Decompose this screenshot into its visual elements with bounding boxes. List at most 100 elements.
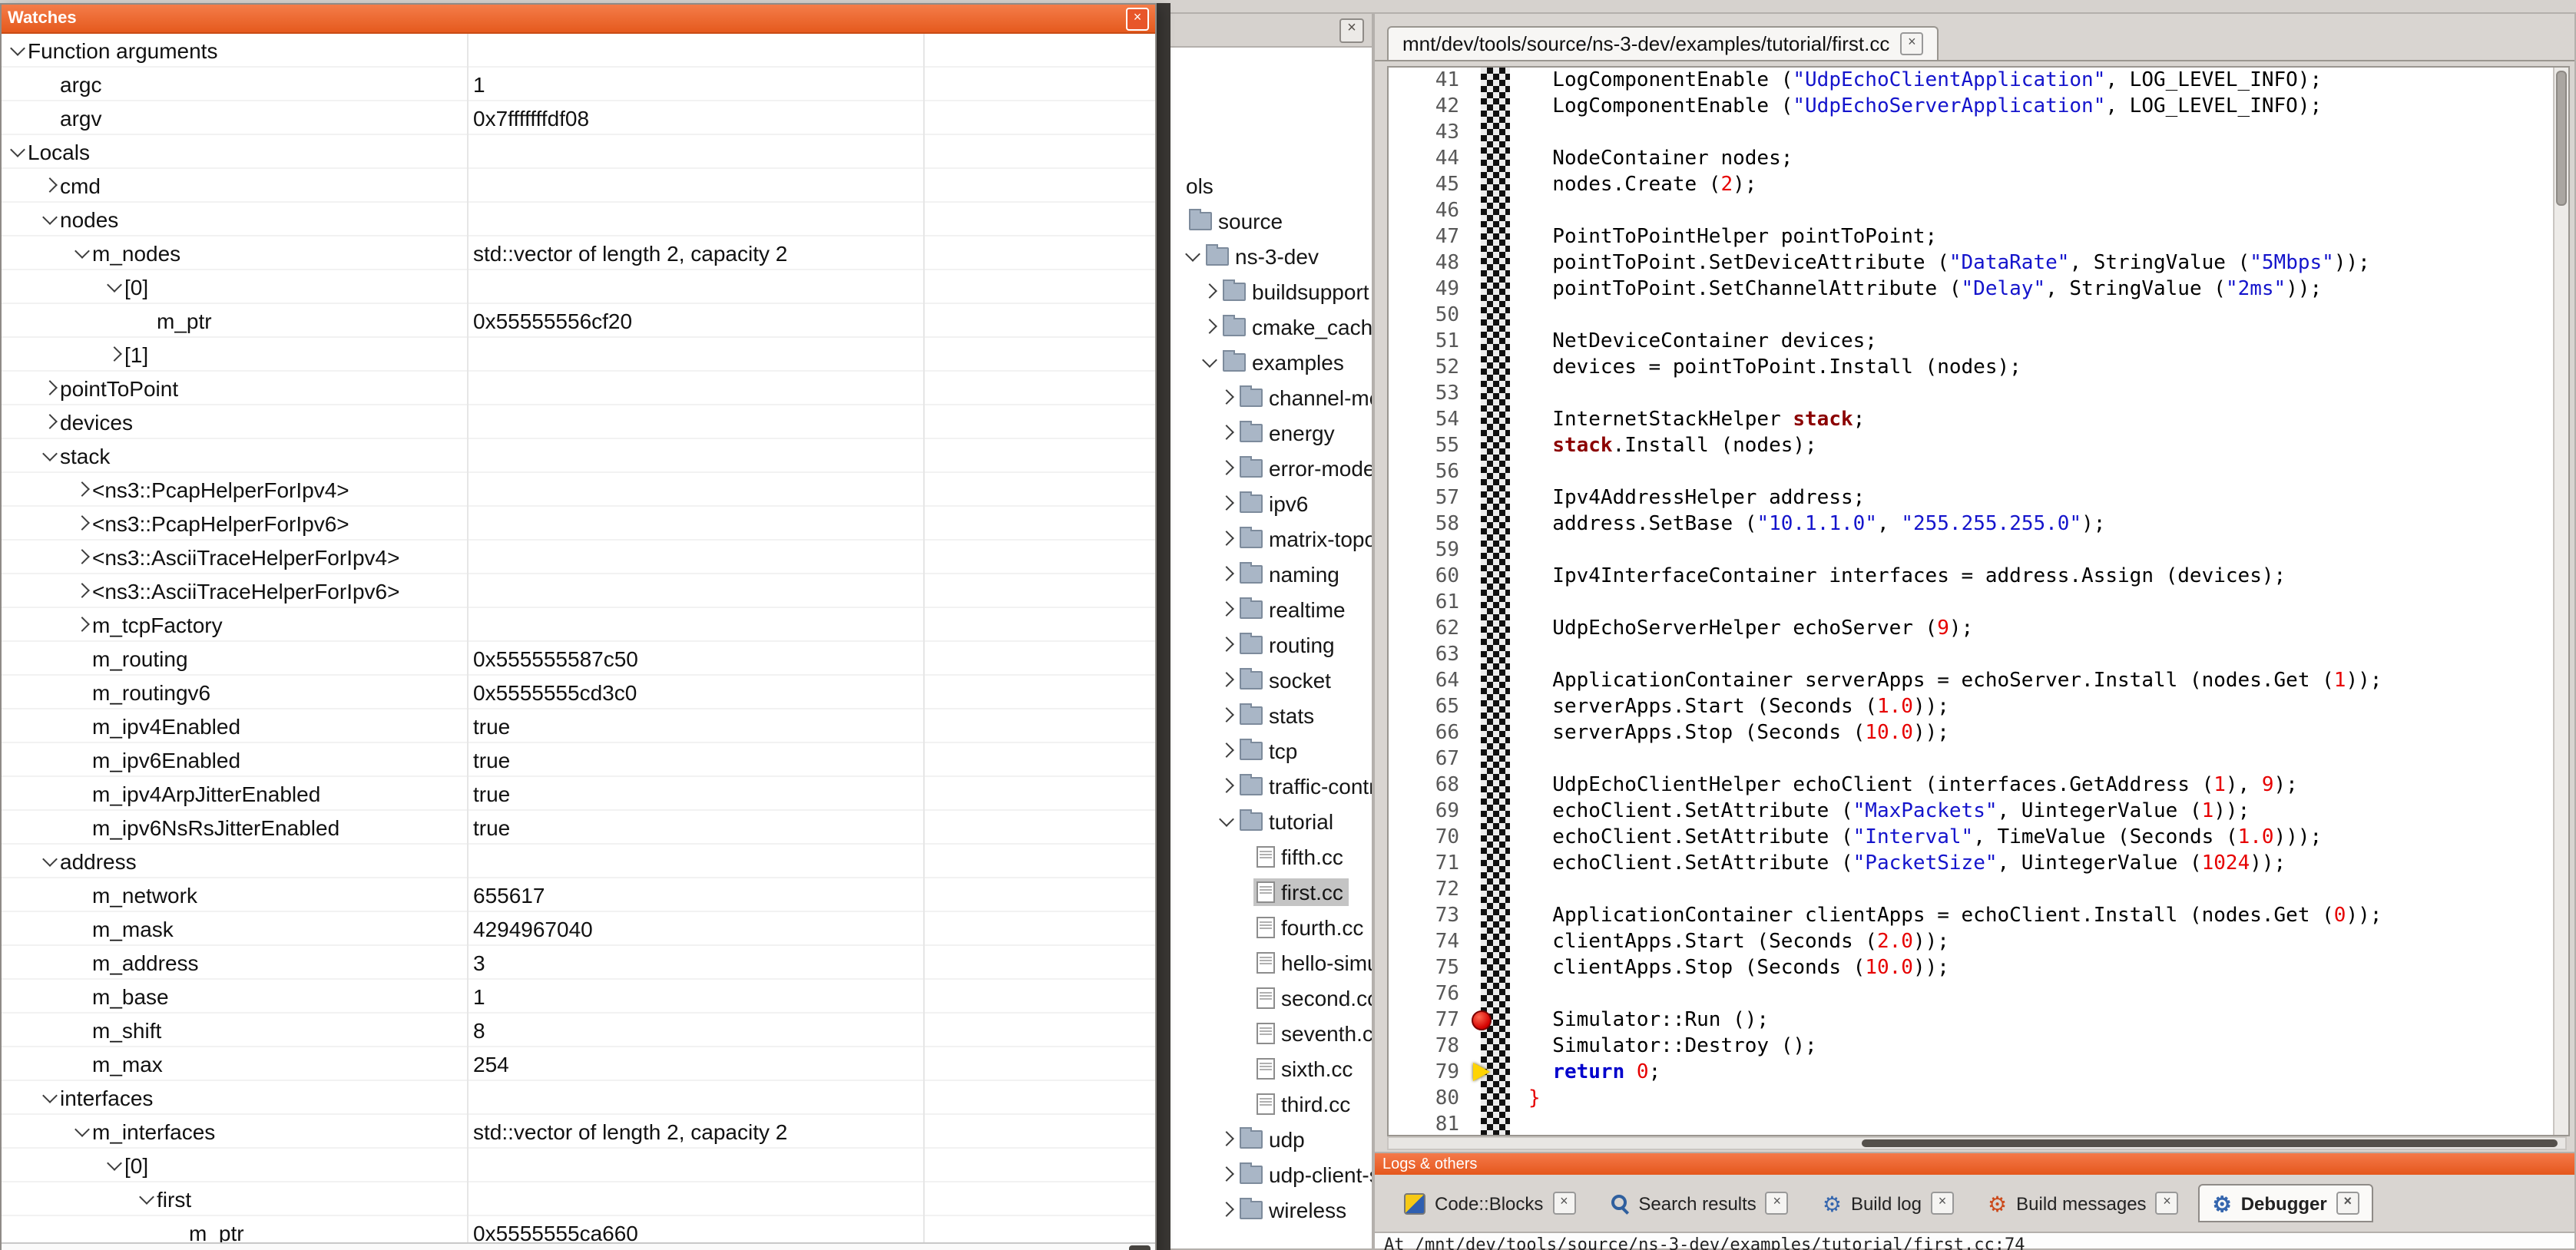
- margin-cell[interactable]: [1481, 616, 1510, 642]
- code-line[interactable]: 47 PointToPointHelper pointToPoint;: [1389, 224, 2553, 250]
- expander-closed-icon[interactable]: [72, 551, 92, 562]
- code-line[interactable]: 59: [1389, 537, 2553, 564]
- watch-row[interactable]: <ns3::PcapHelperForIpv6>: [2, 507, 1155, 541]
- editor-vertical-scrollbar[interactable]: [2553, 68, 2568, 1135]
- expander-closed-icon[interactable]: [72, 518, 92, 528]
- watches-horizontal-scrollbar[interactable]: [2, 1242, 1155, 1250]
- watch-row[interactable]: m_address3: [2, 946, 1155, 980]
- watch-row[interactable]: m_ptr0x55555556cf20: [2, 304, 1155, 338]
- margin-cell[interactable]: [1481, 955, 1510, 981]
- tree-item[interactable]: wireless: [1163, 1192, 1372, 1227]
- code-line[interactable]: 54 InternetStackHelper stack;: [1389, 407, 2553, 433]
- margin-cell[interactable]: [1481, 537, 1510, 564]
- expander-closed-icon[interactable]: [72, 619, 92, 630]
- logs-tab-search-results[interactable]: Search results×: [1595, 1184, 1802, 1222]
- margin-cell[interactable]: [1481, 433, 1510, 459]
- code-line[interactable]: 67: [1389, 746, 2553, 772]
- margin-cell[interactable]: [1481, 381, 1510, 407]
- expander-open-icon[interactable]: [40, 857, 60, 865]
- logs-tab-build-messages[interactable]: ⚙Build messages×: [1974, 1184, 2193, 1222]
- breakpoint-icon[interactable]: [1472, 1010, 1492, 1030]
- watch-row[interactable]: stack: [2, 439, 1155, 473]
- code-line[interactable]: 76: [1389, 981, 2553, 1007]
- code-line[interactable]: 52 devices = pointToPoint.Install (nodes…: [1389, 355, 2553, 381]
- watch-row[interactable]: cmd: [2, 169, 1155, 203]
- tree-item[interactable]: udp: [1163, 1121, 1372, 1156]
- watches-titlebar[interactable]: Watches ×: [2, 5, 1155, 34]
- logs-tab-debugger[interactable]: ⚙Debugger×: [2199, 1184, 2373, 1222]
- watch-row[interactable]: m_network655617: [2, 878, 1155, 912]
- margin-cell[interactable]: [1481, 485, 1510, 511]
- code-line[interactable]: 53: [1389, 381, 2553, 407]
- editor-tab-close-button[interactable]: ×: [1900, 32, 1923, 55]
- watch-row[interactable]: <ns3::AsciiTraceHelperForIpv4>: [2, 541, 1155, 574]
- margin-cell[interactable]: [1481, 590, 1510, 616]
- editor-horizontal-scrollbar[interactable]: [1387, 1136, 2567, 1150]
- code-line[interactable]: 81: [1389, 1112, 2553, 1136]
- code-line[interactable]: 71 echoClient.SetAttribute ("PacketSize"…: [1389, 851, 2553, 877]
- watch-row[interactable]: pointToPoint: [2, 372, 1155, 405]
- margin-cell[interactable]: [1481, 694, 1510, 720]
- watch-row[interactable]: m_max254: [2, 1047, 1155, 1081]
- tree-item[interactable]: channel-mod: [1163, 379, 1372, 415]
- tree-item[interactable]: stats: [1163, 697, 1372, 732]
- expander-open-icon[interactable]: [137, 1195, 157, 1202]
- margin-cell[interactable]: [1481, 120, 1510, 146]
- expander-open-icon[interactable]: [8, 147, 28, 155]
- code-line[interactable]: 62 UdpEchoServerHelper echoServer (9);: [1389, 616, 2553, 642]
- expander-closed-icon[interactable]: [40, 382, 60, 393]
- watch-row[interactable]: [1]: [2, 338, 1155, 372]
- expander-closed-icon[interactable]: [1217, 498, 1237, 508]
- tab-close-button[interactable]: ×: [1931, 1192, 1954, 1215]
- logs-tab-codeblocks[interactable]: Code::Blocks×: [1390, 1184, 1589, 1222]
- code-line[interactable]: 42 LogComponentEnable ("UdpEchoServerApp…: [1389, 94, 2553, 120]
- tree-item[interactable]: routing: [1163, 627, 1372, 662]
- code-line[interactable]: 55 stack.Install (nodes);: [1389, 433, 2553, 459]
- expander-closed-icon[interactable]: [1217, 392, 1237, 402]
- watch-row[interactable]: first: [2, 1182, 1155, 1216]
- watches-vertical-scrollbar[interactable]: [1157, 3, 1170, 1250]
- expander-closed-icon[interactable]: [1217, 604, 1237, 614]
- tree-item[interactable]: examples: [1163, 344, 1372, 379]
- expander-closed-icon[interactable]: [1217, 639, 1237, 650]
- expander-closed-icon[interactable]: [1217, 780, 1237, 791]
- margin-cell[interactable]: [1481, 198, 1510, 224]
- expander-open-icon[interactable]: [104, 283, 124, 290]
- code-line[interactable]: 58 address.SetBase ("10.1.1.0", "255.255…: [1389, 511, 2553, 537]
- margin-cell[interactable]: [1481, 642, 1510, 668]
- code-line[interactable]: 49 pointToPoint.SetChannelAttribute ("De…: [1389, 276, 2553, 303]
- tree-item[interactable]: source: [1163, 203, 1372, 238]
- horizontal-scrollbar-thumb[interactable]: [1862, 1139, 2558, 1147]
- margin-cell[interactable]: [1481, 799, 1510, 825]
- watch-row[interactable]: nodes: [2, 203, 1155, 236]
- code-line[interactable]: 64 ApplicationContainer serverApps = ech…: [1389, 668, 2553, 694]
- expander-closed-icon[interactable]: [1217, 745, 1237, 756]
- margin-cell[interactable]: [1481, 146, 1510, 172]
- expander-open-icon[interactable]: [72, 249, 92, 256]
- margin-cell[interactable]: [1481, 355, 1510, 381]
- margin-cell[interactable]: [1481, 250, 1510, 276]
- margin-cell[interactable]: [1481, 329, 1510, 355]
- expander-closed-icon[interactable]: [104, 349, 124, 359]
- tab-close-button[interactable]: ×: [1766, 1192, 1789, 1215]
- margin-cell[interactable]: [1481, 564, 1510, 590]
- tree-item[interactable]: second.cc: [1163, 980, 1372, 1015]
- code-line[interactable]: 65 serverApps.Start (Seconds (1.0));: [1389, 694, 2553, 720]
- tab-close-button[interactable]: ×: [2336, 1192, 2359, 1215]
- margin-cell[interactable]: [1481, 746, 1510, 772]
- expander-closed-icon[interactable]: [1200, 286, 1220, 296]
- expander-open-icon[interactable]: [40, 1093, 60, 1101]
- code-line[interactable]: 73 ApplicationContainer clientApps = ech…: [1389, 903, 2553, 929]
- expander-closed-icon[interactable]: [40, 416, 60, 427]
- expander-closed-icon[interactable]: [72, 484, 92, 494]
- code-line[interactable]: 77 Simulator::Run ();: [1389, 1007, 2553, 1033]
- tree-item[interactable]: matrix-topolo: [1163, 521, 1372, 556]
- code-line[interactable]: 80}: [1389, 1086, 2553, 1112]
- expander-open-icon[interactable]: [1183, 252, 1203, 260]
- editor-tab-first-cc[interactable]: mnt/dev/tools/source/ns-3-dev/examples/t…: [1387, 26, 1939, 60]
- tree-item[interactable]: tutorial: [1163, 803, 1372, 838]
- code-line[interactable]: 63: [1389, 642, 2553, 668]
- expander-open-icon[interactable]: [40, 451, 60, 459]
- code-line[interactable]: 69 echoClient.SetAttribute ("MaxPackets"…: [1389, 799, 2553, 825]
- tree-item[interactable]: ipv6: [1163, 485, 1372, 521]
